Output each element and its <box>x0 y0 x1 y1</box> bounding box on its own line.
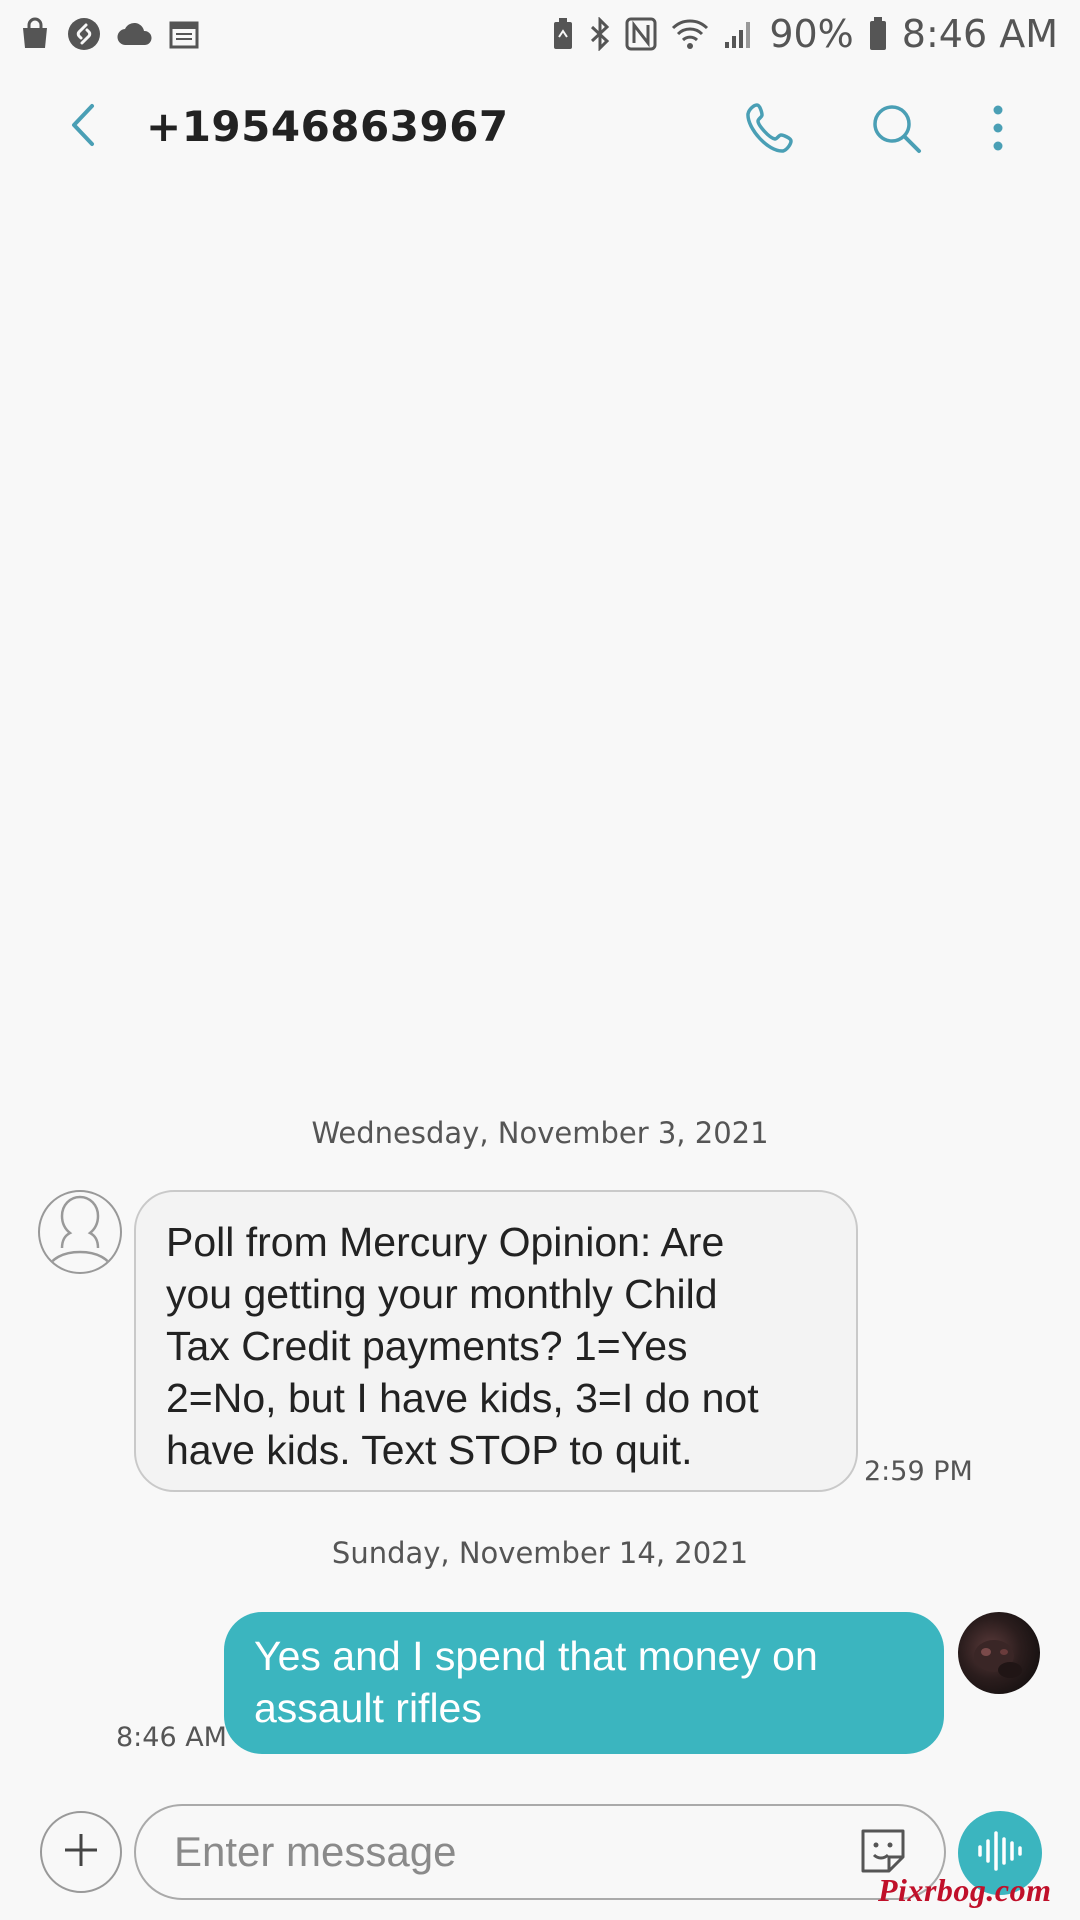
bluetooth-icon <box>589 17 611 51</box>
signal-icon <box>723 18 755 50</box>
status-bar-right: 90% 8:46 AM <box>551 12 1058 56</box>
incoming-message-time: 2:59 PM <box>864 1456 973 1487</box>
add-icon <box>61 1830 101 1875</box>
shopping-bag-icon <box>18 17 52 51</box>
message-line: Yes and I spend that money on <box>254 1633 818 1679</box>
more-options-button[interactable] <box>966 98 1030 162</box>
message-line: 2=No, but I have kids, 3=I do not <box>166 1375 759 1421</box>
message-line: have kids. Text STOP to quit. <box>166 1427 693 1473</box>
search-button[interactable] <box>864 98 928 162</box>
contact-avatar[interactable] <box>38 1190 122 1274</box>
message-line: assault rifles <box>254 1685 482 1731</box>
outgoing-message-time: 8:46 AM <box>116 1722 227 1753</box>
my-avatar[interactable] <box>958 1612 1040 1694</box>
status-bar-left <box>18 16 200 52</box>
date-separator: Sunday, November 14, 2021 <box>331 1536 749 1570</box>
phone-icon <box>743 101 797 160</box>
outgoing-message-bubble[interactable]: Yes and I spend that money on assault ri… <box>224 1612 944 1754</box>
call-button[interactable] <box>738 98 802 162</box>
more-options-icon <box>990 104 1006 157</box>
wifi-icon <box>671 18 709 50</box>
message-line: Tax Credit payments? 1=Yes <box>166 1323 688 1369</box>
clock: 8:46 AM <box>901 12 1058 56</box>
battery-icon <box>868 17 888 51</box>
contact-title: +19546863967 <box>146 102 509 151</box>
battery-percent: 90% <box>769 12 854 56</box>
battery-saver-icon <box>551 17 575 51</box>
shazam-icon <box>66 16 102 52</box>
message-line: Poll from Mercury Opinion: Are <box>166 1219 725 1265</box>
watermark: Pixrbog.com <box>878 1872 1052 1908</box>
back-icon <box>68 102 98 153</box>
calendar-icon <box>168 18 200 50</box>
cloud-icon <box>116 20 154 48</box>
incoming-message-bubble[interactable]: Poll from Mercury Opinion: Are you getti… <box>134 1190 858 1492</box>
search-icon <box>870 102 922 159</box>
message-input[interactable] <box>134 1804 946 1900</box>
back-button[interactable] <box>58 102 108 152</box>
status-bar: 90% 8:46 AM <box>0 0 1080 68</box>
nfc-icon <box>625 17 657 51</box>
conversation-header: +19546863967 <box>0 84 1080 170</box>
attach-button[interactable] <box>40 1811 122 1893</box>
voice-icon <box>975 1829 1025 1878</box>
person-silhouette-icon <box>40 1192 120 1272</box>
message-line: you getting your monthly Child <box>166 1271 718 1317</box>
date-separator: Wednesday, November 3, 2021 <box>311 1116 769 1150</box>
